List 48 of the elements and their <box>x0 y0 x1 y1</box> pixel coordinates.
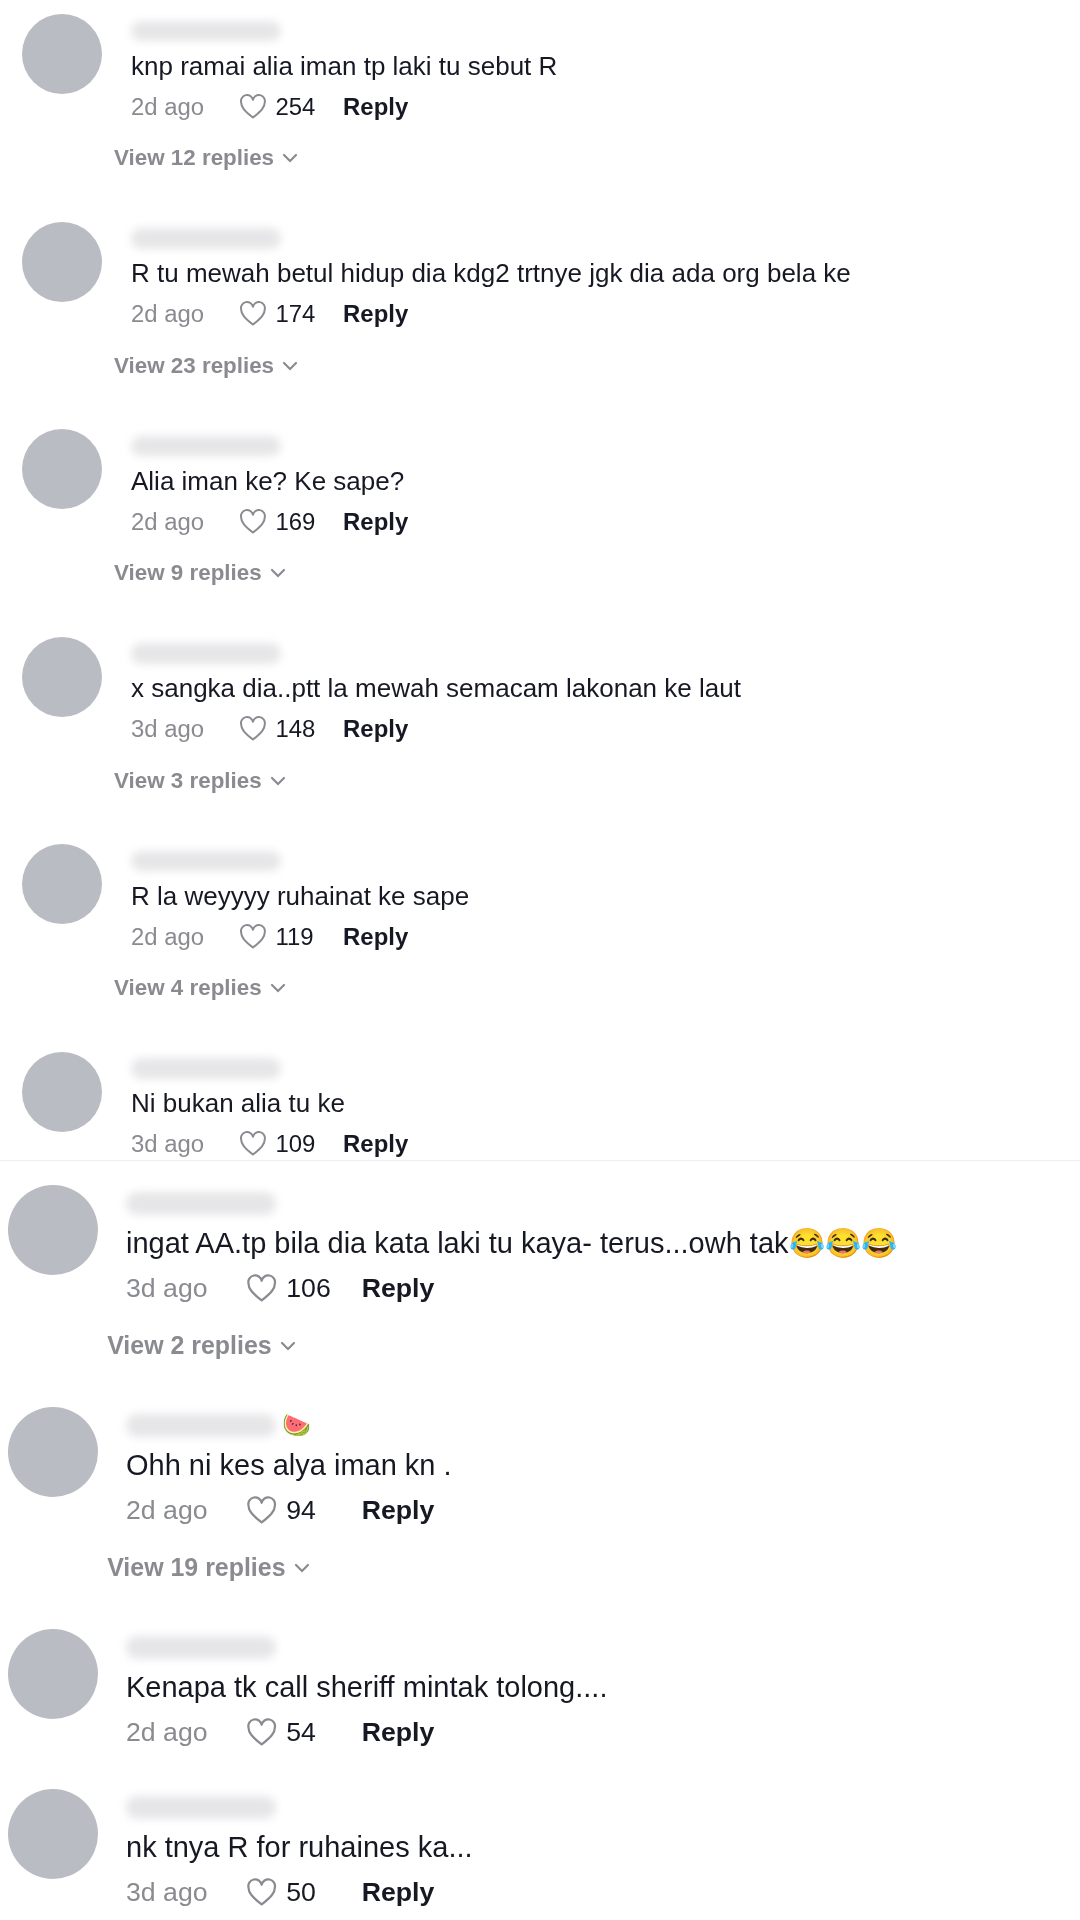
chevron-down-icon[interactable] <box>269 983 286 994</box>
chevron-down-icon[interactable] <box>282 153 299 164</box>
reply-button[interactable]: Reply <box>343 1130 409 1159</box>
comment-text: ingat AA.tp bila dia kata laki tu kaya- terus...owh tak😂😂😂 <box>126 1225 897 1261</box>
like-count: 148 <box>275 715 317 744</box>
like-count: 109 <box>275 1130 317 1159</box>
comment-text: knp ramai alia iman tp laki tu sebut R <box>131 49 558 83</box>
watermelon-emoji: 🍉 <box>282 1414 311 1438</box>
like-count: 174 <box>275 300 317 329</box>
comment-text: nk tnya R for ruhaines ka... <box>126 1829 473 1865</box>
comment-text: Ni bukan alia tu ke <box>131 1087 346 1121</box>
comment-time: 2d ago <box>131 300 206 329</box>
reply-button[interactable]: Reply <box>361 1877 435 1909</box>
comment-time: 2d ago <box>126 1495 209 1527</box>
comment-text: x sangka dia..ptt la mewah semacam lakonan ke laut <box>131 672 741 706</box>
comment-text: Ohh ni kes alya iman kn . <box>126 1447 452 1483</box>
reply-button[interactable]: Reply <box>343 715 409 744</box>
reply-button[interactable]: Reply <box>343 922 409 951</box>
comment-time: 2d ago <box>131 92 206 121</box>
chevron-down-icon[interactable] <box>282 360 299 371</box>
comment-text: Alia iman ke? Ke sape? <box>131 464 406 498</box>
chevron-down-icon[interactable] <box>269 775 286 786</box>
reply-button[interactable]: Reply <box>343 92 409 121</box>
reply-button[interactable]: Reply <box>361 1717 435 1749</box>
comment-text: R tu mewah betul hidup dia kdg2 trtnye jgk dia ada org bela ke <box>131 257 851 291</box>
like-count: 54 <box>286 1717 317 1749</box>
like-count: 169 <box>275 507 317 536</box>
like-count: 50 <box>286 1877 317 1909</box>
comment-time: 3d ago <box>131 715 206 744</box>
reply-button[interactable]: Reply <box>361 1495 435 1527</box>
like-count: 106 <box>286 1273 332 1305</box>
comment-time: 3d ago <box>131 1130 206 1159</box>
reply-button[interactable]: Reply <box>361 1273 435 1305</box>
comment-text: Kenapa tk call sheriff mintak tolong.... <box>126 1669 608 1705</box>
chevron-down-icon[interactable] <box>269 568 286 579</box>
like-count: 94 <box>286 1495 317 1527</box>
reply-button[interactable]: Reply <box>343 300 409 329</box>
comment-time: 2d ago <box>131 922 206 951</box>
reply-button[interactable]: Reply <box>343 507 409 536</box>
comment-time: 2d ago <box>131 507 206 536</box>
like-count: 254 <box>275 92 317 121</box>
comment-time: 3d ago <box>126 1877 209 1909</box>
like-count: 119 <box>275 922 315 951</box>
comment-time: 2d ago <box>126 1717 209 1749</box>
chevron-down-icon[interactable] <box>279 1340 296 1351</box>
chevron-down-icon[interactable] <box>293 1562 310 1573</box>
comment-time: 3d ago <box>126 1273 209 1305</box>
comment-text: R la weyyyy ruhainat ke sape <box>131 879 470 913</box>
